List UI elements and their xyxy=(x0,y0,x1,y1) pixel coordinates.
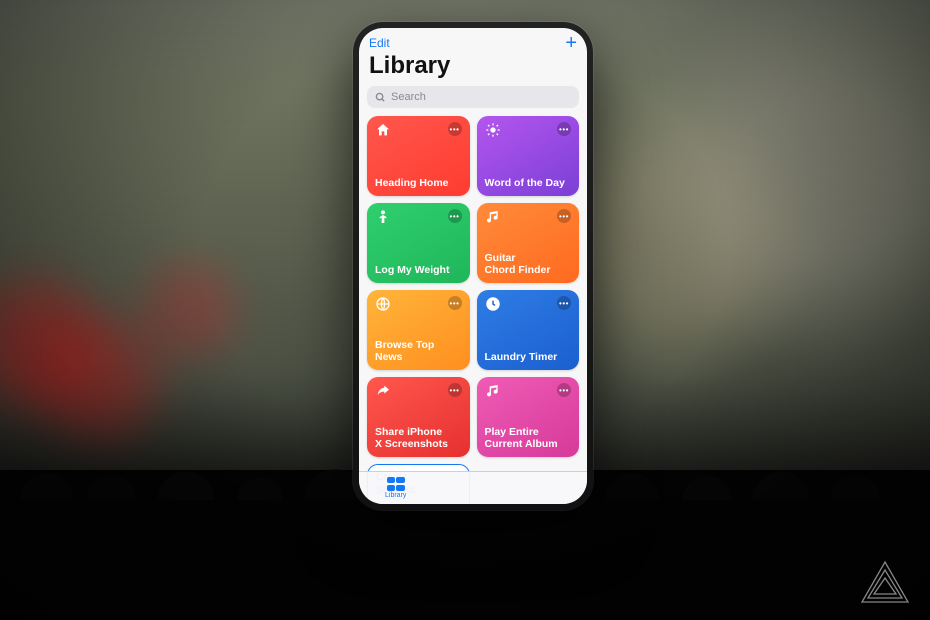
shortcut-label: Word of the Day xyxy=(485,177,572,190)
shortcut-label: Laundry Timer xyxy=(485,351,572,364)
shortcut-label: Play EntireCurrent Album xyxy=(485,426,572,451)
search-field[interactable]: Search xyxy=(367,86,579,108)
shortcut-card[interactable]: ••• Browse Top News xyxy=(367,290,470,370)
iphone-screen: Edit + Library Search •••Heading Home•••… xyxy=(359,28,587,504)
more-icon[interactable]: ••• xyxy=(557,122,571,136)
tab-library[interactable]: Library xyxy=(385,477,406,499)
shortcut-card[interactable]: ••• Share iPhoneX Screenshots xyxy=(367,377,470,457)
music-icon xyxy=(485,383,501,399)
presentation-stage: Edit + Library Search •••Heading Home•••… xyxy=(0,0,930,620)
more-icon[interactable]: ••• xyxy=(557,383,571,397)
shortcut-card[interactable]: ••• Log My Weight xyxy=(367,203,470,283)
person-icon xyxy=(375,209,391,225)
verge-logo xyxy=(858,558,912,606)
shortcut-card[interactable]: ••• Laundry Timer xyxy=(477,290,580,370)
shortcut-card[interactable]: ••• Word of the Day xyxy=(477,116,580,196)
more-icon[interactable]: ••• xyxy=(448,122,462,136)
more-icon[interactable]: ••• xyxy=(557,296,571,310)
more-icon[interactable]: ••• xyxy=(448,209,462,223)
shortcut-card[interactable]: ••• Play EntireCurrent Album xyxy=(477,377,580,457)
shortcut-label: GuitarChord Finder xyxy=(485,252,572,277)
music-icon xyxy=(485,209,501,225)
tab-library-label: Library xyxy=(385,492,406,499)
iphone-frame: Edit + Library Search •••Heading Home•••… xyxy=(353,22,593,510)
clock-icon xyxy=(485,296,501,312)
more-icon[interactable]: ••• xyxy=(448,383,462,397)
shortcut-grid: ••• Heading Home ••• Word of the Day ••• Log … xyxy=(359,116,587,504)
more-icon[interactable]: ••• xyxy=(557,209,571,223)
shortcut-label: Share iPhoneX Screenshots xyxy=(375,426,462,451)
nav-bar: Edit + xyxy=(359,28,587,50)
edit-button[interactable]: Edit xyxy=(369,36,390,50)
shortcut-label: Log My Weight xyxy=(375,264,462,277)
add-button[interactable]: + xyxy=(565,37,577,49)
sun-icon xyxy=(485,122,501,138)
globe-icon xyxy=(375,296,391,312)
page-title: Library xyxy=(359,50,587,86)
share-icon xyxy=(375,383,391,399)
search-icon xyxy=(375,92,386,103)
tab-bar: Library xyxy=(359,471,587,504)
grid-icon xyxy=(387,477,405,491)
shortcut-label: Browse Top News xyxy=(375,339,462,364)
shortcut-card[interactable]: ••• GuitarChord Finder xyxy=(477,203,580,283)
shortcut-card[interactable]: ••• Heading Home xyxy=(367,116,470,196)
more-icon[interactable]: ••• xyxy=(448,296,462,310)
shortcut-label: Heading Home xyxy=(375,177,462,190)
search-placeholder: Search xyxy=(391,91,426,103)
home-icon xyxy=(375,122,391,138)
